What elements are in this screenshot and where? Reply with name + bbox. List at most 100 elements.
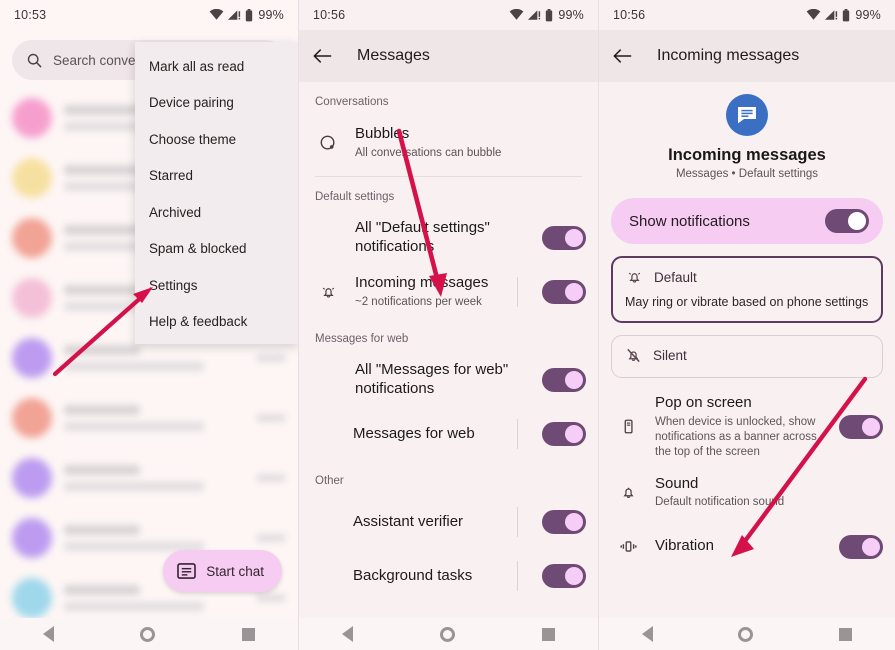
row-divider bbox=[517, 419, 518, 449]
section-header: Default settings bbox=[315, 191, 395, 203]
settings-scroll-2[interactable]: Conversations Bubbles All conversations ca… bbox=[299, 82, 598, 603]
status-time: 10:56 bbox=[613, 8, 646, 22]
row-toggle[interactable] bbox=[542, 226, 586, 250]
conversation-row[interactable] bbox=[0, 388, 298, 448]
settings-row[interactable]: Pop on screen When device is unlocked, sh… bbox=[599, 388, 895, 466]
menu-item-label: Archived bbox=[149, 204, 202, 220]
menu-item-choose-theme[interactable]: Choose theme bbox=[135, 121, 298, 158]
home-nav-icon[interactable] bbox=[439, 626, 455, 642]
nav-bar-3[interactable] bbox=[599, 618, 895, 650]
start-chat-button[interactable]: Start chat bbox=[163, 550, 282, 592]
conversation-snippet bbox=[64, 482, 205, 491]
settings-row[interactable]: Vibration bbox=[599, 520, 895, 574]
battery-icon bbox=[246, 8, 253, 21]
recents-nav-icon[interactable] bbox=[839, 627, 853, 641]
back-arrow-icon[interactable] bbox=[313, 47, 333, 65]
row-toggle[interactable] bbox=[542, 564, 586, 588]
show-notifications-row[interactable]: Show notifications bbox=[611, 198, 883, 244]
row-toggle[interactable] bbox=[839, 414, 883, 439]
signal-warning-icon bbox=[228, 10, 241, 20]
screenshot-stage: 10:53 99% Search conversations Mark all … bbox=[0, 0, 895, 650]
search-icon bbox=[27, 53, 42, 68]
row-toggle[interactable] bbox=[542, 510, 586, 534]
menu-item-label: Starred bbox=[149, 168, 193, 184]
row-title: All "Messages for web" notifications bbox=[355, 361, 509, 397]
menu-item-settings[interactable]: Settings bbox=[135, 267, 298, 304]
nav-bar-2[interactable] bbox=[299, 618, 598, 650]
conversation-row[interactable] bbox=[0, 448, 298, 508]
row-icon-slot bbox=[615, 483, 641, 502]
menu-item-label: Settings bbox=[149, 277, 198, 293]
settings-row[interactable]: Messages for web bbox=[299, 407, 598, 461]
phone-panel-conversations: 10:53 99% Search conversations Mark all … bbox=[0, 0, 298, 650]
importance-option-default[interactable]: Default May ring or vibrate based on phon… bbox=[611, 256, 883, 323]
back-nav-icon[interactable] bbox=[641, 626, 653, 642]
settings-row[interactable]: Sound Default notification sound bbox=[599, 466, 895, 520]
channel-rows[interactable]: Pop on screen When device is unlocked, sh… bbox=[599, 388, 895, 574]
new-message-icon bbox=[177, 562, 197, 579]
wifi-icon bbox=[510, 9, 524, 20]
settings-row[interactable]: Assistant verifier bbox=[299, 495, 598, 549]
home-nav-icon[interactable] bbox=[738, 626, 754, 642]
channel-title: Incoming messages bbox=[668, 146, 826, 164]
status-icons: 99% bbox=[209, 8, 284, 22]
menu-item-mark-all-as-read[interactable]: Mark all as read bbox=[135, 48, 298, 85]
app-bar-2: Messages bbox=[299, 30, 598, 82]
recents-nav-icon[interactable] bbox=[241, 627, 255, 641]
conversation-preview bbox=[64, 345, 244, 371]
phone-panel-channel-settings: 10:56 99% Incoming messages Incoming mes… bbox=[598, 0, 895, 650]
menu-item-archived[interactable]: Archived bbox=[135, 194, 298, 231]
row-toggle[interactable] bbox=[839, 534, 883, 559]
settings-row[interactable]: All "Messages for web" notifications bbox=[299, 353, 598, 407]
row-icon-slot bbox=[315, 134, 341, 153]
row-toggle[interactable] bbox=[542, 422, 586, 446]
row-body: Background tasks bbox=[353, 567, 503, 586]
overflow-menu[interactable]: Mark all as read Device pairing Choose the… bbox=[135, 42, 298, 344]
row-toggle[interactable] bbox=[542, 368, 586, 392]
menu-item-help-feedback[interactable]: Help & feedback bbox=[135, 304, 298, 341]
importance-options[interactable]: Default May ring or vibrate based on phon… bbox=[599, 256, 895, 378]
row-icon-slot bbox=[315, 283, 341, 302]
phone-screen-icon bbox=[624, 419, 633, 434]
row-title: Assistant verifier bbox=[353, 512, 464, 530]
row-title: Pop on screen bbox=[655, 394, 752, 411]
menu-item-label: Choose theme bbox=[149, 131, 237, 147]
settings-row[interactable]: Background tasks bbox=[299, 549, 598, 603]
section-header: Conversations bbox=[315, 96, 389, 108]
bell-ring-icon bbox=[628, 272, 641, 283]
page-title: Messages bbox=[357, 47, 430, 64]
show-notifications-toggle[interactable] bbox=[825, 209, 869, 233]
conversation-preview bbox=[64, 525, 244, 551]
back-nav-icon[interactable] bbox=[342, 626, 354, 642]
settings-row[interactable]: Incoming messages ~2 notifications per we… bbox=[299, 265, 598, 319]
wifi-icon bbox=[210, 9, 224, 20]
bubble-icon bbox=[320, 135, 335, 150]
conversation-name bbox=[64, 225, 140, 235]
settings-row[interactable]: Bubbles All conversations can bubble bbox=[299, 116, 598, 170]
nav-bar-1[interactable] bbox=[0, 618, 298, 650]
battery-icon bbox=[843, 8, 850, 21]
row-icon-slot bbox=[615, 537, 641, 556]
settings-row[interactable]: All "Default settings" notifications bbox=[299, 211, 598, 265]
home-nav-icon[interactable] bbox=[140, 626, 156, 642]
vibration-icon bbox=[619, 541, 637, 552]
row-toggle[interactable] bbox=[542, 280, 586, 304]
option-head: Silent bbox=[624, 346, 870, 365]
menu-item-device-pairing[interactable]: Device pairing bbox=[135, 85, 298, 122]
status-bar-2: 10:56 99% bbox=[299, 0, 598, 30]
avatar bbox=[12, 278, 52, 318]
back-nav-icon[interactable] bbox=[43, 626, 55, 642]
back-arrow-icon[interactable] bbox=[613, 47, 633, 65]
conversation-snippet bbox=[64, 602, 205, 611]
importance-option-silent[interactable]: Silent bbox=[611, 335, 883, 378]
menu-item-spam-blocked[interactable]: Spam & blocked bbox=[135, 231, 298, 268]
row-title: Background tasks bbox=[353, 566, 473, 584]
row-body: Sound Default notification sound bbox=[655, 475, 883, 511]
avatar bbox=[12, 158, 52, 198]
avatar bbox=[12, 98, 52, 138]
status-bar-1: 10:53 99% bbox=[0, 0, 298, 30]
battery-percent: 99% bbox=[855, 8, 881, 22]
menu-item-starred[interactable]: Starred bbox=[135, 158, 298, 195]
recents-nav-icon[interactable] bbox=[541, 627, 555, 641]
app-bar-3: Incoming messages bbox=[599, 30, 895, 82]
